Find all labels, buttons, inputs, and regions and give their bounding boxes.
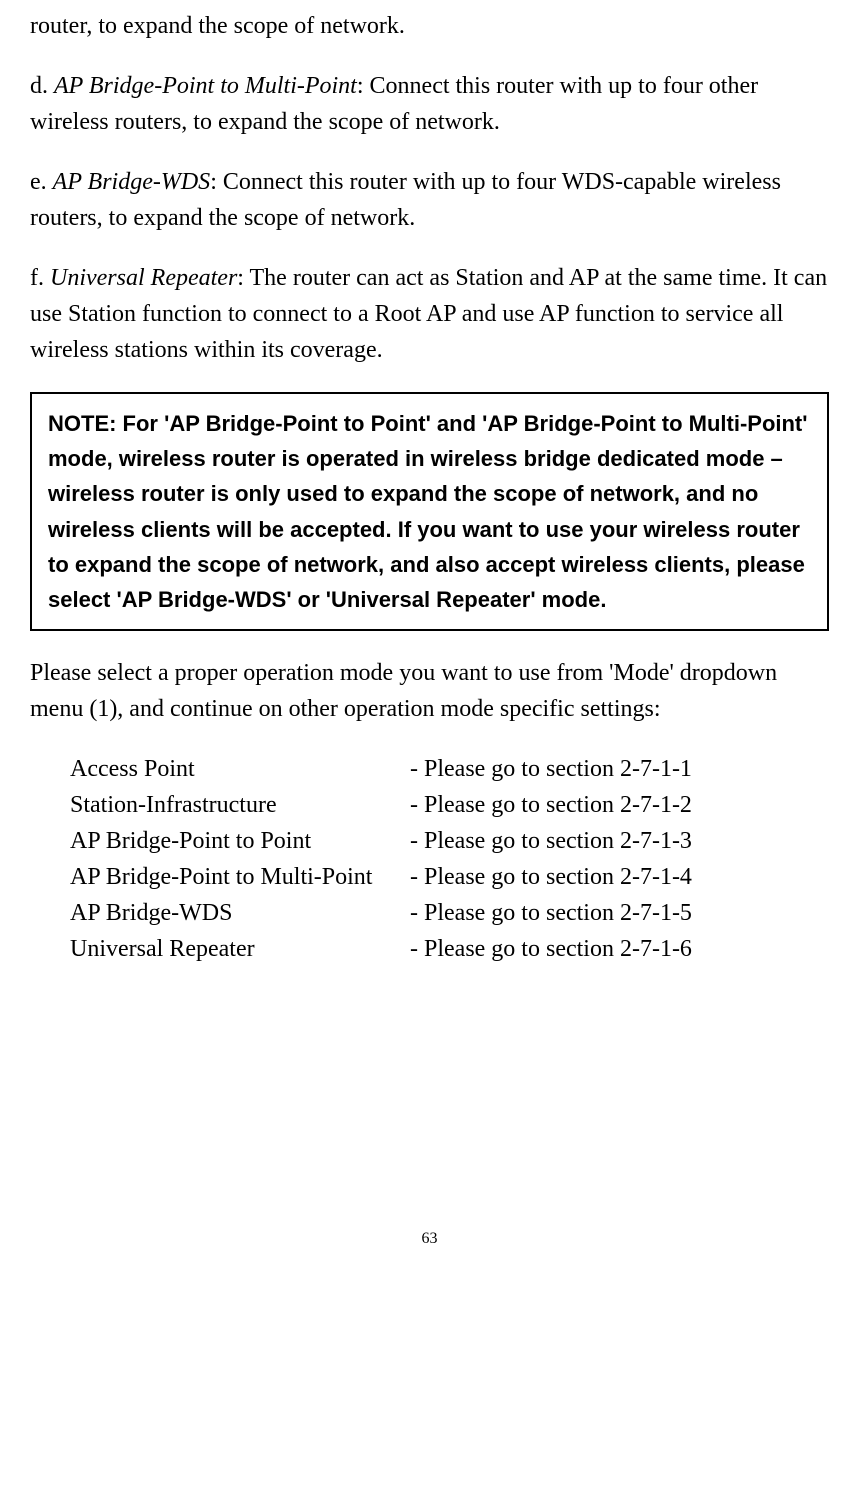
mode-row: AP Bridge-Point to Point - Please go to … bbox=[70, 823, 829, 859]
note-box: NOTE: For 'AP Bridge-Point to Point' and… bbox=[30, 392, 829, 631]
mode-name: AP Bridge-Point to Point bbox=[70, 823, 410, 859]
mode-ref: - Please go to section 2-7-1-6 bbox=[410, 931, 692, 967]
mode-ref: - Please go to section 2-7-1-4 bbox=[410, 859, 692, 895]
mode-row: AP Bridge-WDS - Please go to section 2-7… bbox=[70, 895, 829, 931]
select-prompt: Please select a proper operation mode yo… bbox=[30, 655, 829, 727]
list-item-d: d. AP Bridge-Point to Multi-Point: Conne… bbox=[30, 68, 829, 140]
mode-name: Station-Infrastructure bbox=[70, 787, 410, 823]
mode-name: AP Bridge-Point to Multi-Point bbox=[70, 859, 410, 895]
mode-name: Access Point bbox=[70, 751, 410, 787]
list-item-f: f. Universal Repeater: The router can ac… bbox=[30, 260, 829, 368]
item-f-label: f. bbox=[30, 265, 50, 291]
item-d-label: d. bbox=[30, 73, 54, 99]
top-fragment-text: router, to expand the scope of network. bbox=[30, 8, 829, 44]
list-item-e: e. AP Bridge-WDS: Connect this router wi… bbox=[30, 164, 829, 236]
item-e-title: AP Bridge-WDS bbox=[53, 169, 211, 195]
item-f-title: Universal Repeater bbox=[50, 265, 237, 291]
mode-row: Station-Infrastructure - Please go to se… bbox=[70, 787, 829, 823]
item-e-label: e. bbox=[30, 169, 53, 195]
mode-name: Universal Repeater bbox=[70, 931, 410, 967]
page-number: 63 bbox=[30, 1227, 829, 1251]
mode-name: AP Bridge-WDS bbox=[70, 895, 410, 931]
mode-row: Access Point - Please go to section 2-7-… bbox=[70, 751, 829, 787]
mode-ref: - Please go to section 2-7-1-5 bbox=[410, 895, 692, 931]
mode-ref: - Please go to section 2-7-1-3 bbox=[410, 823, 692, 859]
mode-row: Universal Repeater - Please go to sectio… bbox=[70, 931, 829, 967]
mode-ref: - Please go to section 2-7-1-2 bbox=[410, 787, 692, 823]
item-d-title: AP Bridge-Point to Multi-Point bbox=[54, 73, 357, 99]
mode-ref: - Please go to section 2-7-1-1 bbox=[410, 751, 692, 787]
mode-list: Access Point - Please go to section 2-7-… bbox=[70, 751, 829, 967]
mode-row: AP Bridge-Point to Multi-Point - Please … bbox=[70, 859, 829, 895]
